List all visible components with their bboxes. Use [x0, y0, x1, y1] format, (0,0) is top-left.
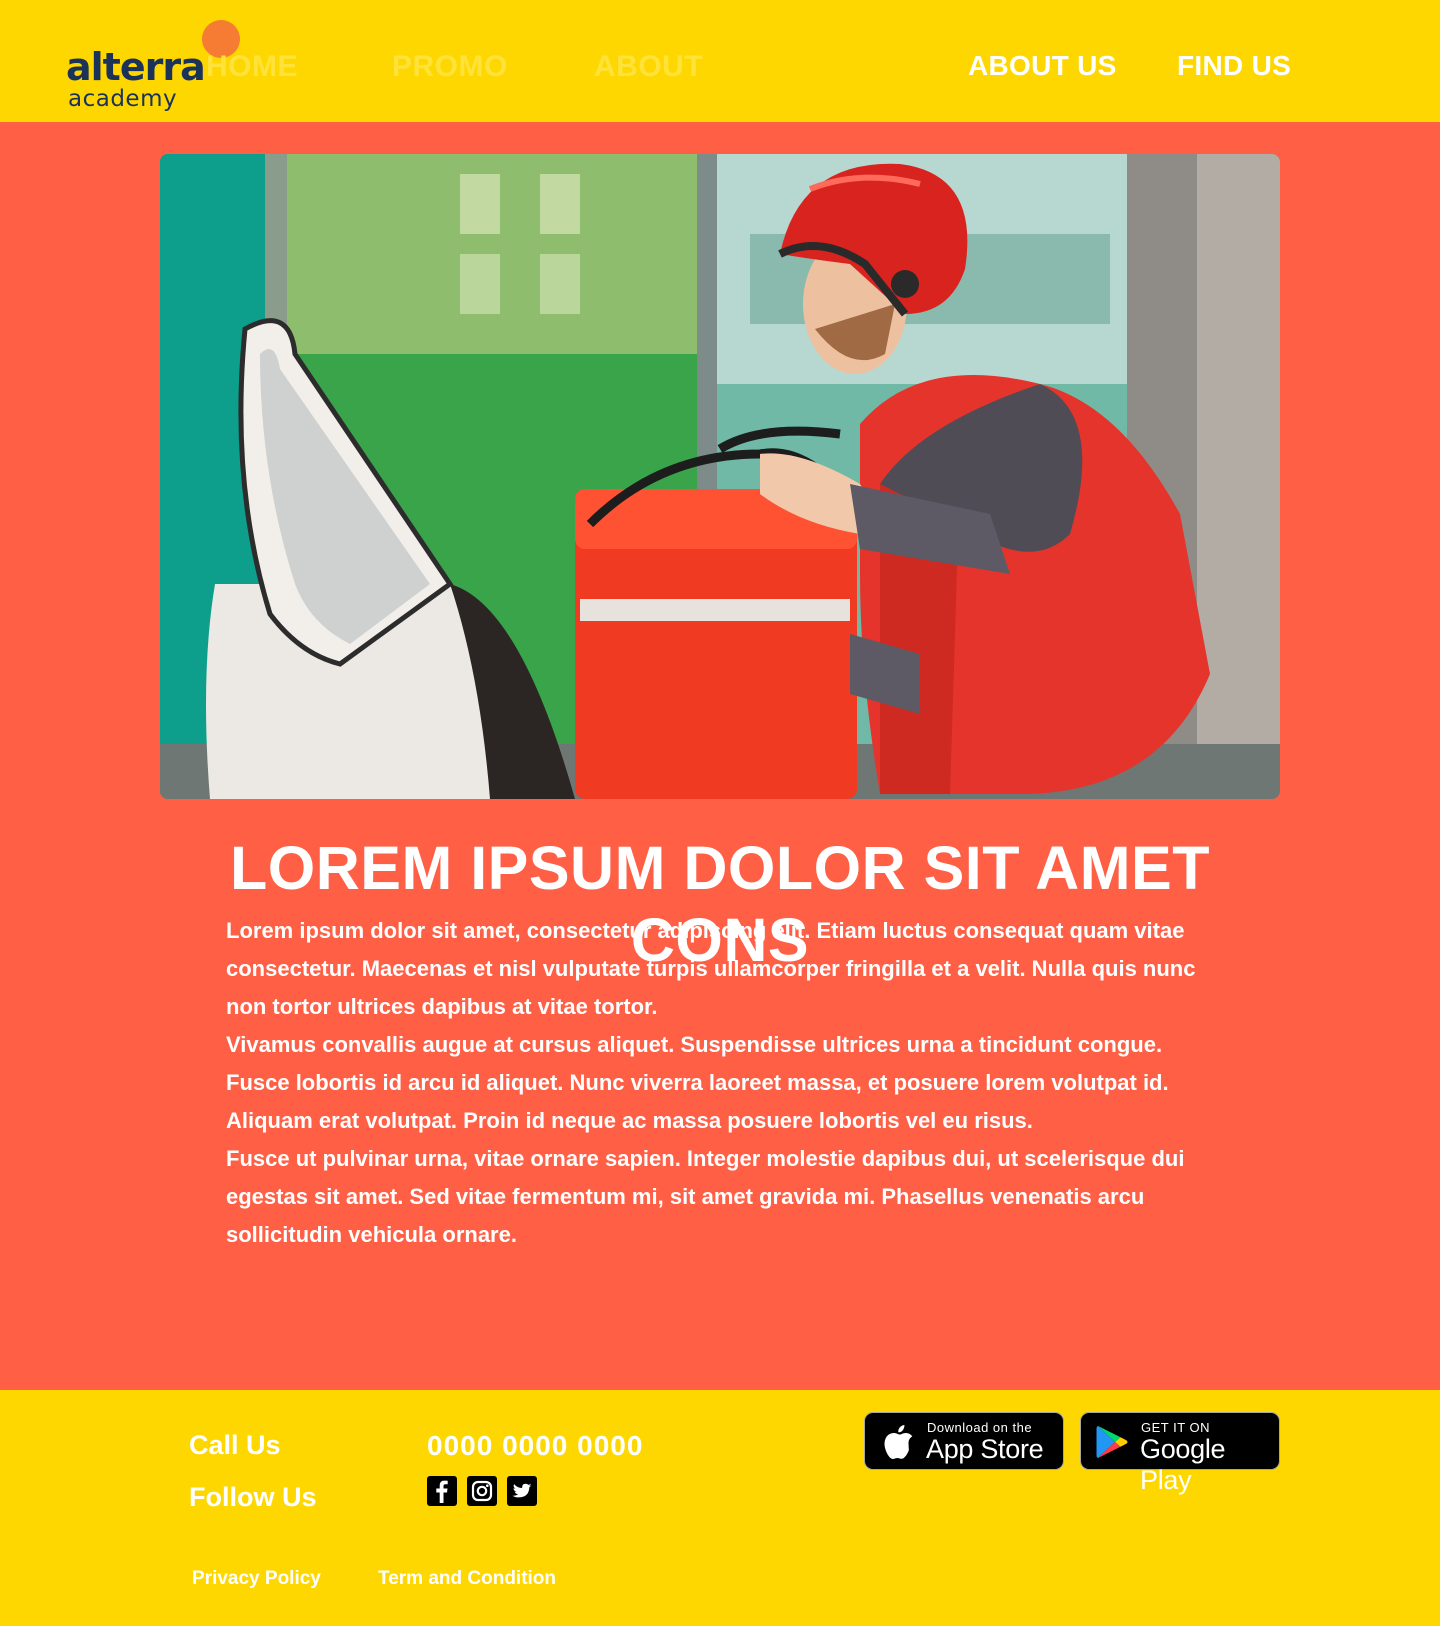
follow-us-label: Follow Us [189, 1482, 317, 1512]
nav-about-us[interactable]: ABOUT US [968, 50, 1117, 82]
phone-number[interactable]: 0000 0000 0000 [427, 1430, 643, 1462]
article-paragraph: Lorem ipsum dolor sit amet, consectetur … [226, 918, 1196, 1019]
nav-about-faded[interactable]: ABOUT [594, 50, 703, 84]
twitter-icon[interactable] [507, 1476, 537, 1506]
app-store-button[interactable]: Download on the App Store [864, 1412, 1064, 1470]
article-paragraph: Fusce ut pulvinar urna, vitae ornare sap… [226, 1146, 1185, 1247]
facebook-icon[interactable] [427, 1476, 457, 1506]
site-header: alterra academy HOME PROMO ABOUT ABOUT U… [0, 0, 1440, 122]
logo-subtitle: academy [68, 86, 178, 112]
logo-wordmark: alterra [66, 45, 206, 89]
apple-icon [884, 1425, 913, 1459]
instagram-icon[interactable] [467, 1476, 497, 1506]
google-play-big-text: Google Play [1140, 1434, 1226, 1495]
hero-image [160, 154, 1280, 799]
site-footer: Call Us 0000 0000 0000 Follow Us Downloa… [0, 1390, 1440, 1626]
google-play-button[interactable]: GET IT ON Google Play [1080, 1412, 1280, 1495]
nav-promo-faded[interactable]: PROMO [392, 50, 508, 84]
article-body: Lorem ipsum dolor sit amet, consectetur … [226, 912, 1216, 1254]
nav-home-faded[interactable]: HOME [206, 50, 298, 84]
delivery-courier-illustration [160, 154, 1280, 799]
app-store-small-text: Download on the [927, 1420, 1033, 1435]
call-us-label: Call Us [189, 1430, 281, 1460]
terms-link[interactable]: Term and Condition [378, 1568, 556, 1590]
google-play-small-text: GET IT ON [1141, 1420, 1211, 1435]
app-store-big-text: App Store [926, 1434, 1044, 1464]
nav-find-us[interactable]: FIND US [1177, 50, 1291, 82]
google-play-icon [1096, 1426, 1128, 1458]
privacy-policy-link[interactable]: Privacy Policy [192, 1568, 321, 1590]
article-paragraph: Vivamus convallis augue at cursus alique… [226, 1032, 1169, 1133]
